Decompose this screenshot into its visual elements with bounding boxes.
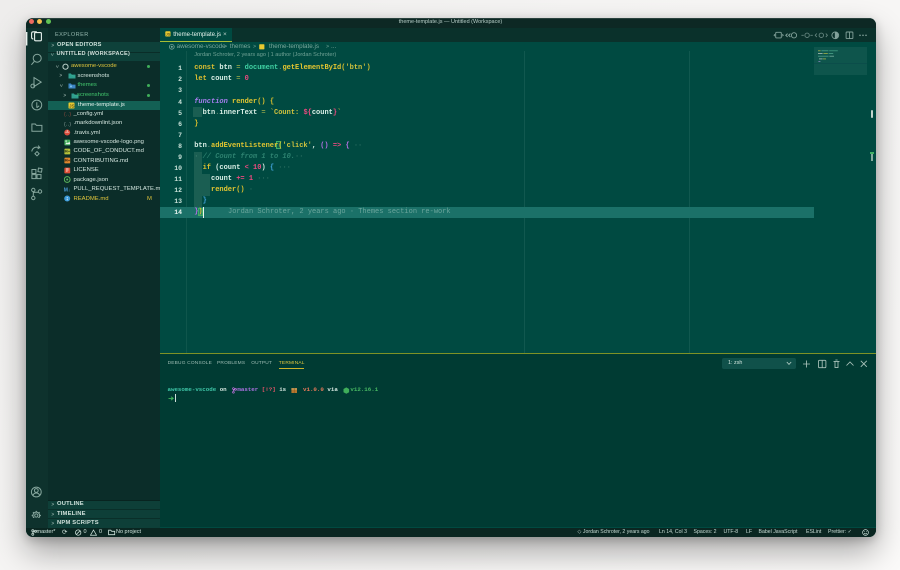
svg-text:JS: JS bbox=[69, 103, 74, 108]
svg-text:{..}: {..} bbox=[64, 112, 71, 118]
svg-text:JS: JS bbox=[166, 33, 171, 37]
svg-text:M↓: M↓ bbox=[64, 188, 70, 193]
svg-text:{..}: {..} bbox=[64, 121, 71, 127]
